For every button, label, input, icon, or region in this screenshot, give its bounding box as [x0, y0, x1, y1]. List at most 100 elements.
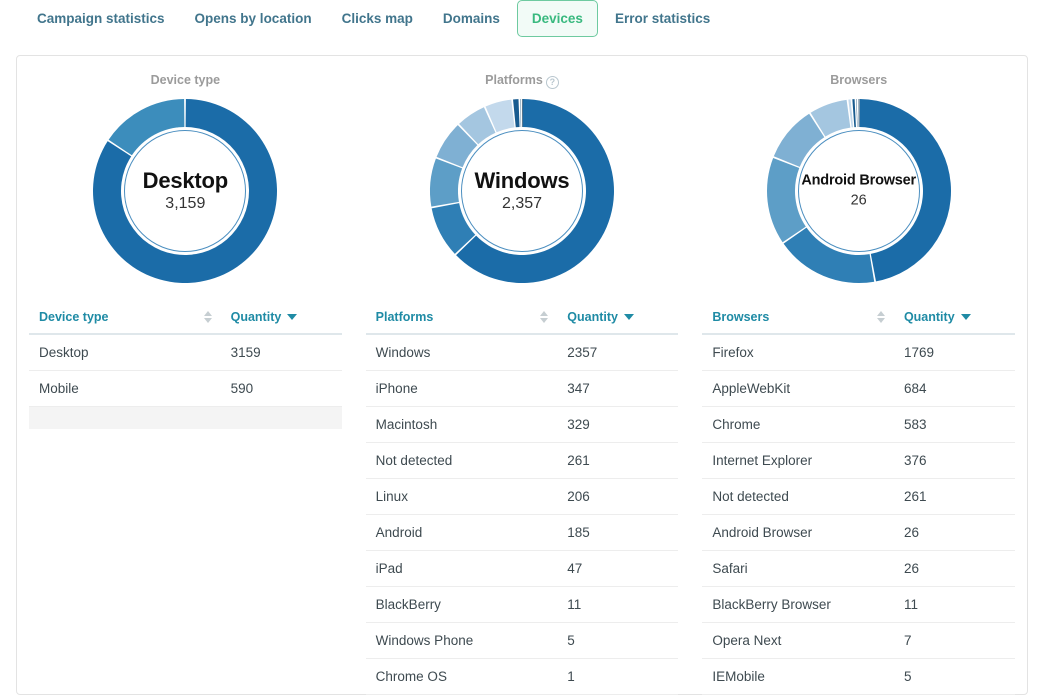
cell-quantity: 185: [553, 515, 678, 551]
donut-chart-svg: [427, 96, 617, 286]
donut-inner-ring: [462, 131, 583, 252]
sort-desc-icon[interactable]: [961, 311, 970, 324]
column-header-quantity[interactable]: Quantity: [553, 301, 678, 334]
tab-error-statistics[interactable]: Error statistics: [600, 0, 725, 37]
cell-name: Chrome OS: [366, 659, 554, 695]
table-row[interactable]: BlackBerry11: [366, 587, 679, 623]
tab-domains[interactable]: Domains: [428, 0, 515, 37]
table-row[interactable]: Safari26: [702, 551, 1015, 587]
cell-name: AppleWebKit: [702, 371, 890, 407]
donut-slice[interactable]: [520, 99, 521, 127]
donut-slice[interactable]: [856, 99, 857, 127]
cell-name: Windows Phone: [366, 623, 554, 659]
chart-title-text: Browsers: [830, 73, 887, 87]
column-header-label: Browsers: [712, 310, 769, 324]
donut-slice[interactable]: [767, 158, 806, 242]
table-row[interactable]: iPad47: [366, 551, 679, 587]
tab-clicks-map[interactable]: Clicks map: [327, 0, 428, 37]
table-row[interactable]: Windows Phone5: [366, 623, 679, 659]
table-device-type: Device typeQuantityDesktop3159Mobile590: [29, 301, 342, 429]
table-row[interactable]: Opera Next7: [702, 623, 1015, 659]
donut-inner-ring: [798, 131, 919, 252]
table-row[interactable]: Android185: [366, 515, 679, 551]
table-row[interactable]: Windows2357: [366, 334, 679, 371]
donut-chart-device-type: Desktop3,159: [90, 96, 280, 286]
sort-desc-icon[interactable]: [624, 311, 633, 324]
cell-name: IEMobile: [702, 659, 890, 695]
table-row[interactable]: Desktop3159: [29, 334, 342, 371]
cell-quantity: 684: [890, 371, 1015, 407]
tab-bar: Campaign statisticsOpens by locationClic…: [0, 0, 1043, 42]
chart-title-text: Device type: [151, 73, 220, 87]
cell-quantity: 590: [217, 371, 342, 407]
cell-name: iPad: [366, 551, 554, 587]
table-browsers: Browsers QuantityFirefox1769AppleWebKit68…: [702, 301, 1015, 695]
table-row[interactable]: BlackBerry Browser11: [702, 587, 1015, 623]
cell-name: Not detected: [702, 479, 890, 515]
donut-chart-svg: [764, 96, 954, 286]
table-header-row: Device typeQuantity: [29, 301, 342, 334]
donut-inner-ring: [125, 131, 246, 252]
donut-chart-platforms: Windows2,357: [427, 96, 617, 286]
sort-desc-icon[interactable]: [287, 311, 296, 324]
tab-devices[interactable]: Devices: [517, 0, 598, 37]
table-row[interactable]: AppleWebKit684: [702, 371, 1015, 407]
donut-chart-svg: [90, 96, 280, 286]
table-platforms: Platforms Quantity Windows2357iPhone347Mac…: [366, 301, 679, 695]
table-row[interactable]: Firefox1769: [702, 334, 1015, 371]
donut-slice[interactable]: [430, 158, 462, 206]
table-row[interactable]: Not detected261: [366, 443, 679, 479]
tab-opens-by-location[interactable]: Opens by location: [180, 0, 327, 37]
cell-quantity: 26: [890, 551, 1015, 587]
column-header-quantity[interactable]: Quantity: [890, 301, 1015, 334]
cell-name: Chrome: [702, 407, 890, 443]
table-row[interactable]: Chrome583: [702, 407, 1015, 443]
cell-name: BlackBerry: [366, 587, 554, 623]
table-row[interactable]: Mobile590: [29, 371, 342, 407]
column-header-name[interactable]: Platforms: [366, 301, 554, 334]
chart-title-device-type: Device type: [29, 56, 342, 90]
sort-icon[interactable]: [204, 311, 213, 324]
cell-name: Macintosh: [366, 407, 554, 443]
devices-panel-card: Device typeDesktop3,159Device typeQuanti…: [16, 55, 1028, 695]
table-row[interactable]: IEMobile5: [702, 659, 1015, 695]
table-row[interactable]: Internet Explorer376: [702, 443, 1015, 479]
cell-quantity: 26: [890, 515, 1015, 551]
table-row[interactable]: Android Browser26: [702, 515, 1015, 551]
cell-quantity: 329: [553, 407, 678, 443]
tab-campaign-statistics[interactable]: Campaign statistics: [22, 0, 180, 37]
cell-name: iPhone: [366, 371, 554, 407]
cell-name: Internet Explorer: [702, 443, 890, 479]
table-header-row: Browsers Quantity: [702, 301, 1015, 334]
table-row[interactable]: Not detected261: [702, 479, 1015, 515]
cell-name: Android: [366, 515, 554, 551]
cell-quantity: 11: [553, 587, 678, 623]
donut-slice[interactable]: [109, 99, 185, 155]
donut-slice[interactable]: [858, 99, 859, 127]
cell-quantity: 583: [890, 407, 1015, 443]
cell-quantity: 7: [890, 623, 1015, 659]
chart-title-browsers: Browsers: [702, 56, 1015, 90]
panel-device-type: Device typeDesktop3,159Device typeQuanti…: [17, 56, 354, 694]
table-row[interactable]: Macintosh329: [366, 407, 679, 443]
sort-icon[interactable]: [877, 311, 886, 324]
cell-name: Linux: [366, 479, 554, 515]
column-header-label: Quantity: [567, 310, 618, 324]
donut-slice[interactable]: [783, 228, 874, 283]
donut-slice[interactable]: [859, 99, 950, 281]
help-icon[interactable]: ?: [546, 76, 559, 89]
cell-quantity: 5: [553, 623, 678, 659]
table-row[interactable]: Chrome OS1: [366, 659, 679, 695]
donut-slice[interactable]: [852, 99, 856, 127]
cell-name: Android Browser: [702, 515, 890, 551]
cell-name: BlackBerry Browser: [702, 587, 890, 623]
table-footer-cell: [29, 407, 342, 429]
chart-title-text: Platforms: [485, 73, 543, 87]
column-header-quantity[interactable]: Quantity: [217, 301, 342, 334]
sort-icon[interactable]: [540, 311, 549, 324]
table-row[interactable]: iPhone347: [366, 371, 679, 407]
cell-quantity: 261: [553, 443, 678, 479]
table-row[interactable]: Linux206: [366, 479, 679, 515]
column-header-name[interactable]: Device type: [29, 301, 217, 334]
column-header-name[interactable]: Browsers: [702, 301, 890, 334]
